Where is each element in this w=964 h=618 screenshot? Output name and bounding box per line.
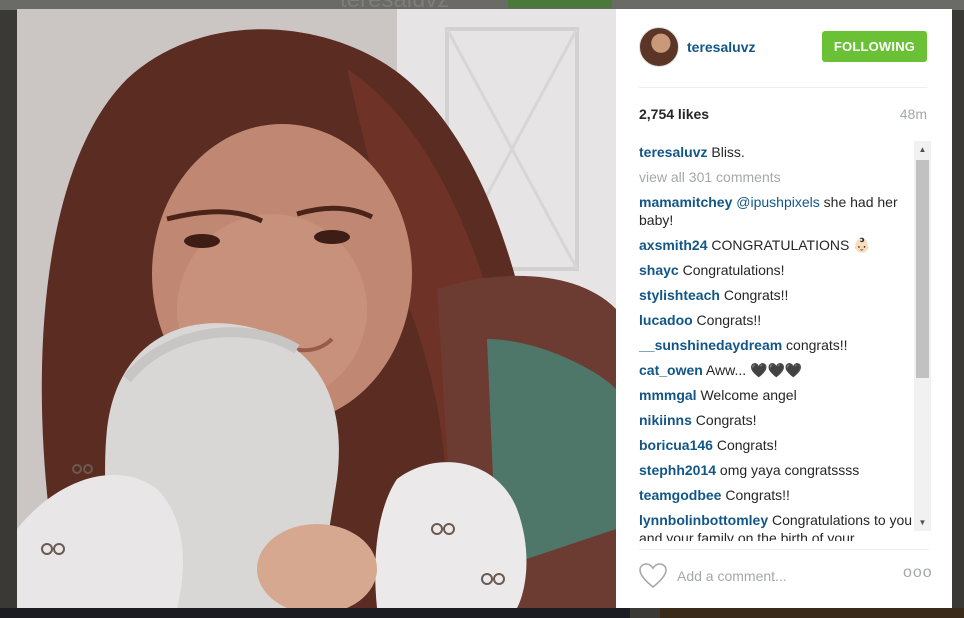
comments-scrollbar[interactable]: ▲ ▼ [914, 141, 931, 531]
more-options-icon[interactable]: ooo [903, 564, 933, 582]
photo-illustration [17, 9, 616, 608]
comment-item: teamgodbee Congrats!! [639, 486, 931, 504]
add-comment-input[interactable] [675, 564, 889, 588]
caption-text: Bliss. [711, 144, 745, 160]
comment-item: cat_owen Aww... 🖤🖤🖤 [639, 361, 931, 379]
avatar-icon[interactable] [639, 27, 679, 67]
likes-row: 2,754 likes 48m [639, 106, 927, 126]
comment-item: lucadoo Congrats!! [639, 311, 931, 329]
comment-username[interactable]: mamamitchey [639, 194, 732, 210]
comment-username[interactable]: shayc [639, 262, 679, 278]
comment-username[interactable]: nikiinns [639, 412, 692, 428]
scrollbar-thumb[interactable] [916, 160, 929, 378]
post-modal: teresaluvz FOLLOWING 2,754 likes 48m ter… [17, 9, 952, 608]
comment-item: axsmith24 CONGRATULATIONS 👶🏻 [639, 236, 931, 254]
scroll-down-arrow-icon[interactable]: ▼ [914, 514, 931, 531]
comment-footer: ooo [639, 549, 932, 594]
comment-text: Congrats! [691, 412, 757, 428]
comment-text: Congrats! [712, 437, 778, 453]
comment-item: stephh2014 omg yaya congratssss [639, 461, 931, 479]
comment-text: Congrats!! [692, 312, 762, 328]
post-details-panel: teresaluvz FOLLOWING 2,754 likes 48m ter… [616, 9, 952, 608]
comment-text: Congrats!! [721, 487, 790, 503]
comment-item: mmmgal Welcome angel [639, 386, 931, 404]
comment-username[interactable]: teamgodbee [639, 487, 721, 503]
background-follow-button [508, 0, 612, 8]
likes-count[interactable]: 2,754 likes [639, 106, 709, 122]
comment-text: Welcome angel [696, 387, 797, 403]
comment-text: omg yaya congratssss [716, 462, 860, 478]
comment-item: stylishteach Congrats!! [639, 286, 931, 304]
post-header: teresaluvz FOLLOWING [639, 27, 927, 88]
post-photo[interactable] [17, 9, 616, 608]
comment-item: shayc Congratulations! [639, 261, 931, 279]
view-all-comments-link[interactable]: view all 301 comments [639, 168, 931, 186]
comment-username[interactable]: boricua146 [639, 437, 713, 453]
scroll-up-arrow-icon[interactable]: ▲ [914, 141, 931, 158]
comment-username[interactable]: stephh2014 [639, 462, 716, 478]
comment-username[interactable]: lucadoo [639, 312, 693, 328]
background-photo-strip-right [660, 608, 964, 618]
comment-text: congrats!! [782, 337, 848, 353]
comment-username[interactable]: __sunshinedaydream [639, 337, 782, 353]
comment-username[interactable]: lynnbolinbottomley [639, 512, 768, 528]
comment-username[interactable]: cat_owen [639, 362, 703, 378]
author-username[interactable]: teresaluvz [687, 39, 755, 55]
heart-icon[interactable] [639, 563, 667, 589]
caption-username[interactable]: teresaluvz [639, 144, 707, 160]
comments-list[interactable]: teresaluvz Bliss. view all 301 comments … [639, 143, 931, 541]
comment-username[interactable]: axsmith24 [639, 237, 707, 253]
comment-username[interactable]: stylishteach [639, 287, 720, 303]
following-button[interactable]: FOLLOWING [822, 31, 927, 62]
comment-mention[interactable]: @ipushpixels [736, 194, 819, 210]
comment-item: boricua146 Congrats! [639, 436, 931, 454]
caption: teresaluvz Bliss. [639, 143, 931, 161]
comment-text: Congratulations! [678, 262, 785, 278]
comment-text: Aww... 🖤🖤🖤 [702, 362, 803, 378]
background-photo-strip-left [0, 608, 630, 618]
post-time[interactable]: 48m [900, 106, 927, 122]
comment-item: lynnbolinbottomley Congratulations to yo… [639, 511, 931, 541]
comment-username[interactable]: mmmgal [639, 387, 697, 403]
comment-text: Congrats!! [719, 287, 789, 303]
comment-item: __sunshinedaydream congrats!! [639, 336, 931, 354]
comment-item: mamamitchey @ipushpixels she had her bab… [639, 193, 931, 229]
comment-item: nikiinns Congrats! [639, 411, 931, 429]
comment-text: CONGRATULATIONS 👶🏻 [707, 237, 871, 253]
